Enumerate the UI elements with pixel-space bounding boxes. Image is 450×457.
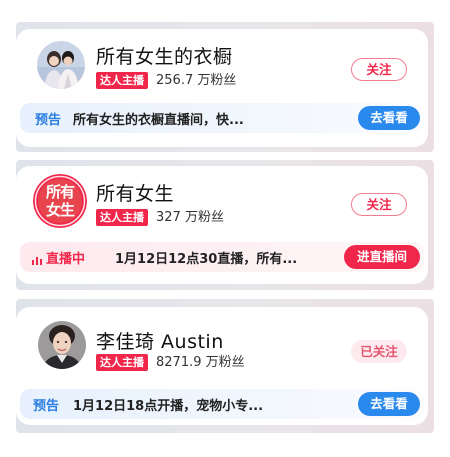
avatar-logo-text: 所有女生 [45, 183, 75, 219]
avatar[interactable]: 所有女生 [33, 174, 87, 228]
followed-button[interactable]: 已关注 [351, 340, 407, 363]
avatar[interactable] [37, 41, 85, 89]
expert-anchor-badge: 达人主播 [96, 209, 148, 226]
preview-text: 所有女生的衣橱直播间，快... [73, 113, 244, 128]
live-tag-label: 直播中 [46, 252, 86, 267]
preview-text: 1月12日18点开播，宠物小专... [73, 399, 264, 414]
preview-tag: 预告 [33, 399, 60, 414]
avatar[interactable] [38, 321, 86, 369]
anchor-name[interactable]: 所有女生 [96, 179, 174, 206]
anchor-name[interactable]: 李佳琦 Austin [96, 327, 224, 354]
live-bar[interactable]: 直播中 1月12日12点30直播，所有... 进直播间 [20, 242, 424, 272]
go-look-button[interactable]: 去看看 [358, 392, 420, 416]
fans-count: 327 万粉丝 [156, 210, 224, 225]
live-bars-icon [32, 256, 42, 265]
expert-anchor-badge: 达人主播 [96, 354, 148, 371]
enter-live-room-button[interactable]: 进直播间 [344, 245, 420, 269]
fans-count: 8271.9 万粉丝 [156, 355, 245, 370]
follow-button[interactable]: 关注 [351, 193, 407, 216]
go-look-button[interactable]: 去看看 [358, 106, 420, 130]
anchor-card[interactable]: 所有女生 所有女生 达人主播 327 万粉丝 关注 直播中 1月12日12点30… [16, 166, 428, 284]
anchor-card[interactable]: 李佳琦 Austin 达人主播 8271.9 万粉丝 已关注 预告 1月12日1… [16, 307, 428, 425]
live-text: 1月12日12点30直播，所有... [115, 252, 298, 267]
preview-bar[interactable]: 预告 所有女生的衣橱直播间，快... 去看看 [20, 103, 424, 133]
anchor-card[interactable]: 所有女生的衣橱 达人主播 256.7 万粉丝 关注 预告 所有女生的衣橱直播间，… [16, 29, 428, 147]
live-tag: 直播中 [32, 248, 85, 267]
expert-anchor-badge: 达人主播 [96, 72, 148, 89]
preview-bar[interactable]: 预告 1月12日18点开播，宠物小专... 去看看 [20, 389, 424, 419]
follow-button[interactable]: 关注 [351, 58, 407, 81]
fans-count: 256.7 万粉丝 [156, 73, 237, 88]
anchor-name[interactable]: 所有女生的衣橱 [96, 42, 233, 69]
preview-tag: 预告 [35, 113, 62, 128]
